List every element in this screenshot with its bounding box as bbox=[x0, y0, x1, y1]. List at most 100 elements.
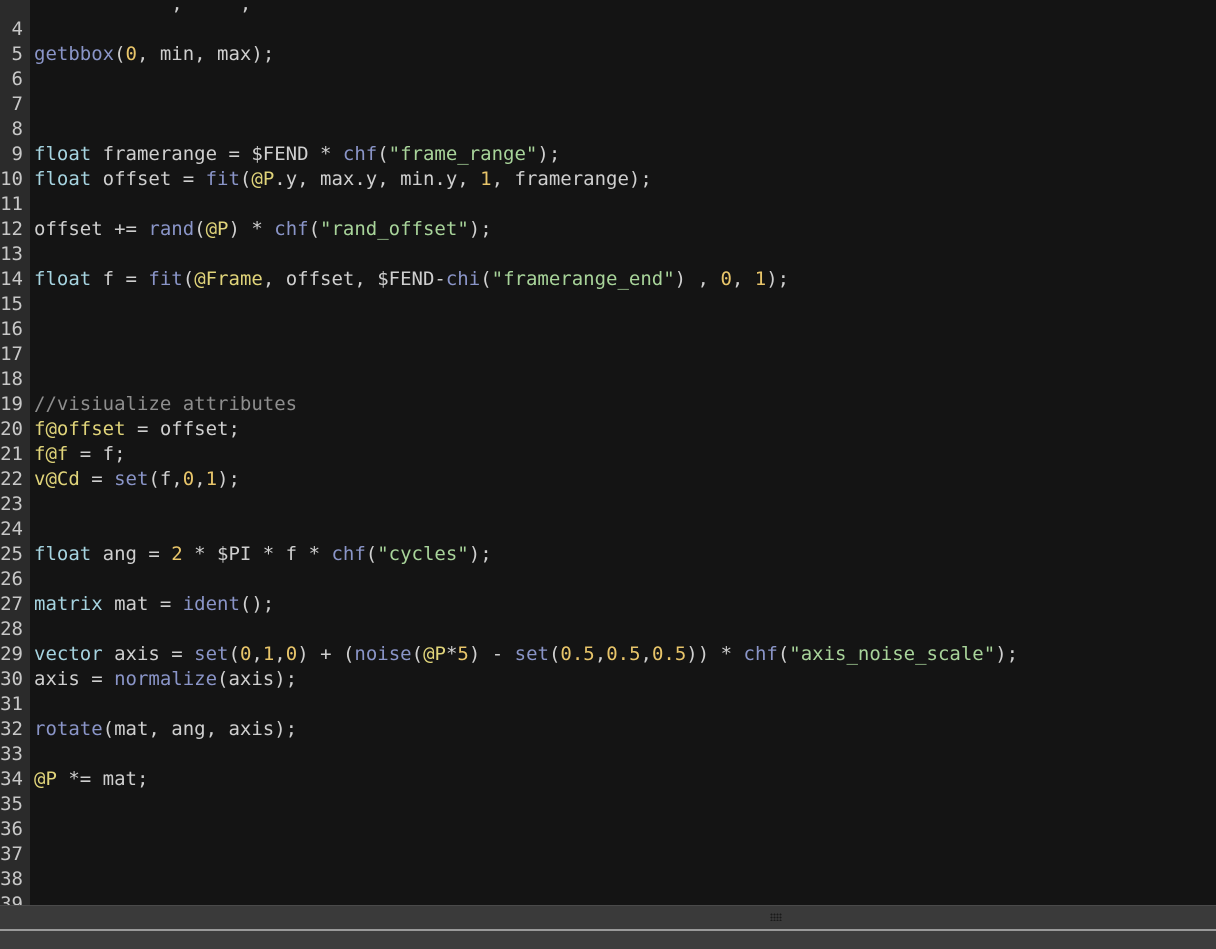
code-token: , offset, $FEND- bbox=[262, 268, 446, 290]
code-line[interactable]: 9 float framerange = $FEND * chf("frame_r… bbox=[0, 142, 1216, 167]
code-token: = bbox=[79, 468, 115, 490]
code-line[interactable]: 29 vector axis = set(0,1,0) + (noise(@P*5… bbox=[0, 642, 1216, 667]
code-line[interactable]: 7 bbox=[0, 92, 1216, 117]
code-line[interactable]: 13 bbox=[0, 242, 1216, 267]
line-code: float framerange = $FEND * chf("frame_ra… bbox=[34, 142, 560, 167]
code-line[interactable]: 19 //visiualize attributes bbox=[0, 392, 1216, 417]
code-token: )) * bbox=[686, 643, 744, 665]
code-token: 1 bbox=[754, 268, 767, 290]
line-number: 37 bbox=[0, 843, 23, 865]
line-number: 9 bbox=[11, 143, 23, 165]
line-number: 30 bbox=[0, 668, 23, 690]
resize-grip-icon[interactable] bbox=[770, 913, 782, 921]
code-token: *= mat; bbox=[56, 768, 149, 790]
code-line[interactable]: 20 f@offset = offset; bbox=[0, 417, 1216, 442]
line-number: 36 bbox=[0, 818, 23, 840]
code-line[interactable]: 38 bbox=[0, 867, 1216, 892]
code-token: , , bbox=[34, 0, 252, 15]
code-token: chf bbox=[743, 643, 778, 665]
code-line[interactable]: 24 bbox=[0, 517, 1216, 542]
line-code: f@offset = offset; bbox=[34, 417, 240, 442]
code-token: chf bbox=[331, 543, 366, 565]
code-token: rotate bbox=[34, 718, 103, 740]
line-number: 7 bbox=[11, 93, 23, 115]
code-token: 0 bbox=[285, 643, 298, 665]
line-code: offset += rand(@P) * chf("rand_offset"); bbox=[34, 217, 492, 242]
code-line[interactable]: 30 axis = normalize(axis); bbox=[0, 667, 1216, 692]
line-number: 11 bbox=[0, 193, 23, 215]
code-line[interactable]: 11 bbox=[0, 192, 1216, 217]
code-line[interactable]: 6 bbox=[0, 67, 1216, 92]
code-token: 0 bbox=[125, 43, 137, 65]
code-line[interactable]: 27 matrix mat = ident(); bbox=[0, 592, 1216, 617]
code-line[interactable]: 14 float f = fit(@Frame, offset, $FEND-ch… bbox=[0, 267, 1216, 292]
code-token: @P bbox=[34, 768, 57, 790]
code-line[interactable]: 31 bbox=[0, 692, 1216, 717]
line-number: 17 bbox=[0, 343, 23, 365]
code-token: 0 bbox=[239, 643, 252, 665]
code-token: 0 bbox=[182, 468, 195, 490]
code-text-area[interactable]: , , 4 5 getbbox(0, min, max); 6 7 8 9 float fram… bbox=[0, 0, 1216, 905]
code-token: ); bbox=[468, 543, 492, 565]
code-token: fit bbox=[148, 268, 183, 290]
code-token: chf bbox=[274, 218, 309, 240]
code-line[interactable]: 22 v@Cd = set(f,0,1); bbox=[0, 467, 1216, 492]
code-token: framerange = $FEND * bbox=[91, 143, 343, 165]
line-number: 32 bbox=[0, 718, 23, 740]
line-number: 12 bbox=[0, 218, 23, 240]
code-line[interactable]: 10 float offset = fit(@P.y, max.y, min.y,… bbox=[0, 167, 1216, 192]
line-code: rotate(mat, ang, axis); bbox=[34, 717, 297, 742]
line-number: 28 bbox=[0, 618, 23, 640]
code-token: getbbox bbox=[34, 43, 115, 65]
code-line[interactable]: 18 bbox=[0, 367, 1216, 392]
line-number: 15 bbox=[0, 293, 23, 315]
code-line[interactable]: 23 bbox=[0, 492, 1216, 517]
code-token: (axis); bbox=[217, 668, 298, 690]
code-line[interactable]: 32 rotate(mat, ang, axis); bbox=[0, 717, 1216, 742]
code-line[interactable]: 4 bbox=[0, 17, 1216, 42]
code-line[interactable]: 5 getbbox(0, min, max); bbox=[0, 42, 1216, 67]
code-token: , bbox=[274, 643, 286, 665]
code-line[interactable]: 16 bbox=[0, 317, 1216, 342]
line-number: 39 bbox=[0, 893, 23, 905]
code-token: 1 bbox=[262, 643, 275, 665]
code-token: axis = bbox=[34, 668, 115, 690]
code-token: ( bbox=[182, 268, 195, 290]
line-number: 27 bbox=[0, 593, 23, 615]
code-token: set bbox=[194, 643, 229, 665]
code-token: ( bbox=[480, 268, 492, 290]
code-line[interactable]: 21 f@f = f; bbox=[0, 442, 1216, 467]
code-line[interactable]: 26 bbox=[0, 567, 1216, 592]
editor-resize-bar[interactable] bbox=[0, 905, 1216, 930]
code-line[interactable]: 15 bbox=[0, 292, 1216, 317]
code-token: ) + ( bbox=[297, 643, 355, 665]
code-token: noise bbox=[354, 643, 412, 665]
code-token: @Frame bbox=[194, 268, 263, 290]
code-line[interactable]: 37 bbox=[0, 842, 1216, 867]
code-line[interactable]: 25 float ang = 2 * $PI * f * chf("cycles"… bbox=[0, 542, 1216, 567]
code-line[interactable]: 28 bbox=[0, 617, 1216, 642]
code-token: ); bbox=[995, 643, 1019, 665]
code-line[interactable]: 12 offset += rand(@P) * chf("rand_offset"… bbox=[0, 217, 1216, 242]
code-token: "axis_noise_scale" bbox=[789, 643, 996, 665]
code-line[interactable]: 17 bbox=[0, 342, 1216, 367]
code-line[interactable]: , , bbox=[0, 0, 1216, 17]
code-token: , bbox=[640, 643, 652, 665]
code-line[interactable]: 33 bbox=[0, 742, 1216, 767]
line-code: float ang = 2 * $PI * f * chf("cycles"); bbox=[34, 542, 492, 567]
line-number: 4 bbox=[11, 18, 23, 40]
code-token: (); bbox=[239, 593, 275, 615]
code-line[interactable]: 36 bbox=[0, 817, 1216, 842]
code-token: 1 bbox=[480, 168, 492, 190]
code-token: chf bbox=[342, 143, 378, 165]
code-token: f@f bbox=[34, 443, 69, 465]
line-code: f@f = f; bbox=[34, 442, 126, 467]
code-line[interactable]: 8 bbox=[0, 117, 1216, 142]
code-editor[interactable]: , , 4 5 getbbox(0, min, max); 6 7 8 9 float fram… bbox=[0, 0, 1216, 905]
code-token: float bbox=[34, 543, 92, 565]
line-number: 10 bbox=[0, 168, 23, 190]
code-line[interactable]: 34 @P *= mat; bbox=[0, 767, 1216, 792]
code-token: vector bbox=[34, 643, 103, 665]
code-line[interactable]: 35 bbox=[0, 792, 1216, 817]
code-line[interactable]: 39 bbox=[0, 892, 1216, 905]
